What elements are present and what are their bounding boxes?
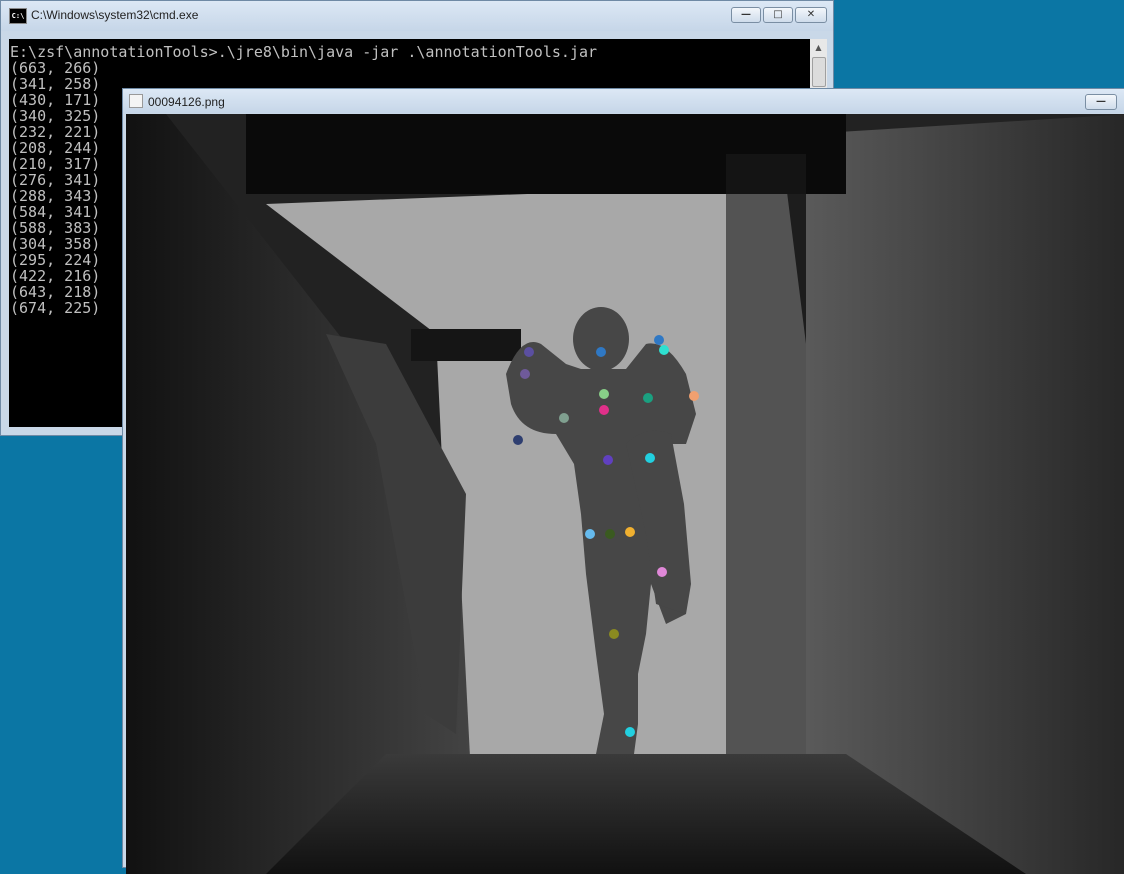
image-viewer-title: 00094126.png (148, 95, 225, 109)
keypoint-dot[interactable] (513, 435, 523, 445)
cmd-output-line: (288, 343) (10, 187, 101, 205)
keypoint-dot[interactable] (609, 629, 619, 639)
depth-image-canvas[interactable] (126, 114, 1124, 874)
cmd-output-line: (340, 325) (10, 107, 101, 125)
keypoint-dot[interactable] (559, 413, 569, 423)
keypoint-dot[interactable] (520, 369, 530, 379)
cmd-output-line: (663, 266) (10, 59, 101, 77)
keypoint-dot[interactable] (596, 347, 606, 357)
keypoint-dot[interactable] (625, 727, 635, 737)
keypoint-dot[interactable] (599, 389, 609, 399)
keypoint-dot[interactable] (657, 567, 667, 577)
cmd-output-line: (643, 218) (10, 283, 101, 301)
keypoint-dot[interactable] (605, 529, 615, 539)
cmd-output-line: (232, 221) (10, 123, 101, 141)
depth-image (126, 114, 1124, 874)
cmd-output-line: (674, 225) (10, 299, 101, 317)
cmd-output-line: (210, 317) (10, 155, 101, 173)
keypoint-dot[interactable] (603, 455, 613, 465)
cmd-app-icon: C:\ (9, 8, 27, 24)
cmd-output-line: (276, 341) (10, 171, 101, 189)
keypoint-dot[interactable] (625, 527, 635, 537)
cmd-output-line: (208, 244) (10, 139, 101, 157)
scroll-up-icon[interactable]: ▲ (810, 39, 827, 56)
keypoint-dot[interactable] (645, 453, 655, 463)
cmd-output-line: (422, 216) (10, 267, 101, 285)
keypoint-dot[interactable] (585, 529, 595, 539)
image-viewer-titlebar[interactable]: 00094126.png — (123, 89, 1124, 113)
keypoint-dot[interactable] (643, 393, 653, 403)
cmd-output-line: (584, 341) (10, 203, 101, 221)
cmd-output-line: (588, 383) (10, 219, 101, 237)
scroll-thumb[interactable] (812, 57, 826, 87)
image-viewer-window: 00094126.png — (122, 88, 1124, 874)
cmd-command-line: E:\zsf\annotationTools>.\jre8\bin\java -… (10, 43, 597, 61)
cmd-output-line: (341, 258) (10, 75, 101, 93)
cmd-output-line: (295, 224) (10, 251, 101, 269)
keypoint-dot[interactable] (599, 405, 609, 415)
cmd-output-line: (304, 358) (10, 235, 101, 253)
keypoint-dot[interactable] (659, 345, 669, 355)
cmd-maximize-button[interactable]: □ (763, 7, 793, 23)
cmd-output-line: (430, 171) (10, 91, 101, 109)
java-app-icon (129, 94, 143, 108)
cmd-close-button[interactable]: ✕ (795, 7, 827, 23)
cmd-window-title: C:\Windows\system32\cmd.exe (31, 8, 199, 22)
keypoint-dot[interactable] (654, 335, 664, 345)
cmd-titlebar[interactable]: C:\ C:\Windows\system32\cmd.exe — □ ✕ (1, 1, 833, 31)
keypoint-dot[interactable] (689, 391, 699, 401)
keypoint-dot[interactable] (524, 347, 534, 357)
cmd-minimize-button[interactable]: — (731, 7, 761, 23)
viewer-minimize-button[interactable]: — (1085, 94, 1117, 110)
